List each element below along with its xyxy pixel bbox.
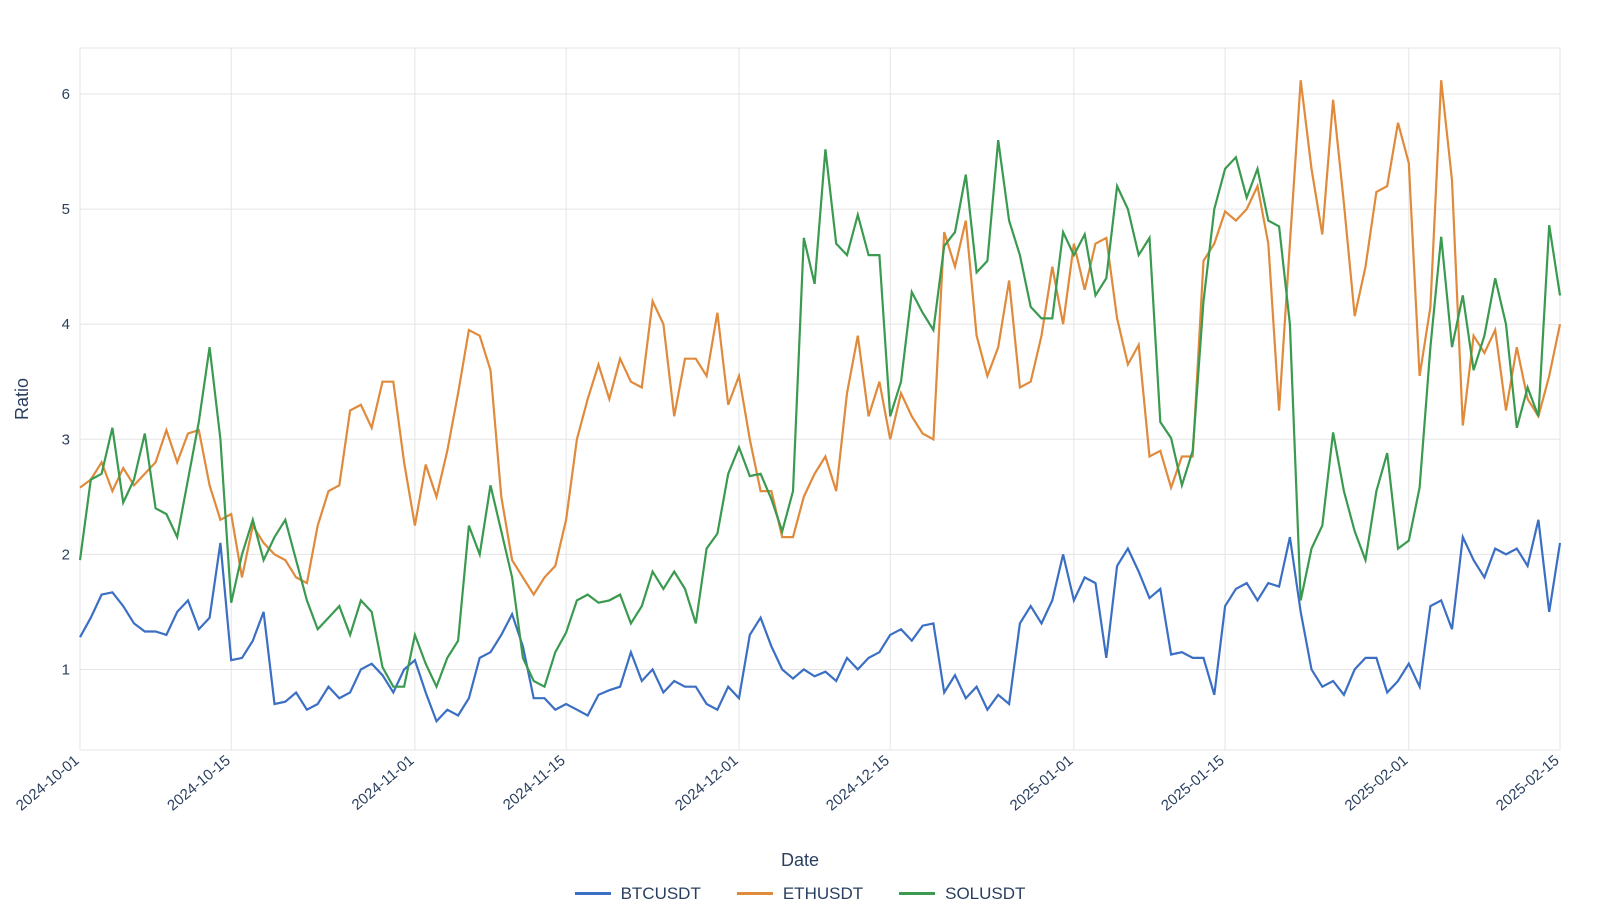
x-tick-label: 2024-10-15: [164, 752, 234, 814]
legend-item-SOLUSDT[interactable]: SOLUSDT: [899, 884, 1025, 904]
y-tick-label: 5: [62, 201, 70, 218]
y-tick-label: 6: [62, 86, 70, 103]
x-tick-label: 2024-11-01: [349, 752, 418, 814]
legend-item-BTCUSDT[interactable]: BTCUSDT: [575, 884, 701, 904]
x-tick-label: 2025-01-01: [1007, 752, 1077, 814]
legend-swatch: [899, 892, 935, 895]
y-tick-label: 4: [62, 316, 70, 333]
x-tick-label: 2024-12-15: [823, 752, 893, 814]
x-tick-label: 2024-11-15: [500, 752, 569, 814]
y-axis-label: Ratio: [12, 378, 32, 420]
x-tick-label: 2025-02-15: [1493, 752, 1563, 814]
y-tick-label: 1: [62, 661, 70, 678]
legend-label: ETHUSDT: [783, 884, 863, 904]
legend-label: BTCUSDT: [621, 884, 701, 904]
legend-label: SOLUSDT: [945, 884, 1025, 904]
legend-swatch: [575, 892, 611, 895]
y-tick-label: 2: [62, 546, 70, 563]
x-tick-label: 2024-10-01: [13, 752, 83, 814]
y-axis-label-wrap: Ratio: [8, 48, 48, 750]
chart-container: Long-Short Ratio on binance (Daily, 3 in…: [0, 0, 1600, 915]
x-tick-label: 2024-12-01: [672, 752, 742, 814]
legend: BTCUSDT ETHUSDT SOLUSDT: [0, 880, 1600, 904]
x-tick-label: 2025-01-15: [1158, 752, 1228, 814]
x-tick-label: 2025-02-01: [1342, 752, 1412, 814]
x-axis-label: Date: [0, 850, 1600, 871]
y-tick-label: 3: [62, 431, 70, 448]
legend-swatch: [737, 892, 773, 895]
plot-area: 1 2 3 4 5 6 2024-10-01 2024-10-15 2024-11-01 2024…: [0, 0, 1600, 915]
legend-item-ETHUSDT[interactable]: ETHUSDT: [737, 884, 863, 904]
